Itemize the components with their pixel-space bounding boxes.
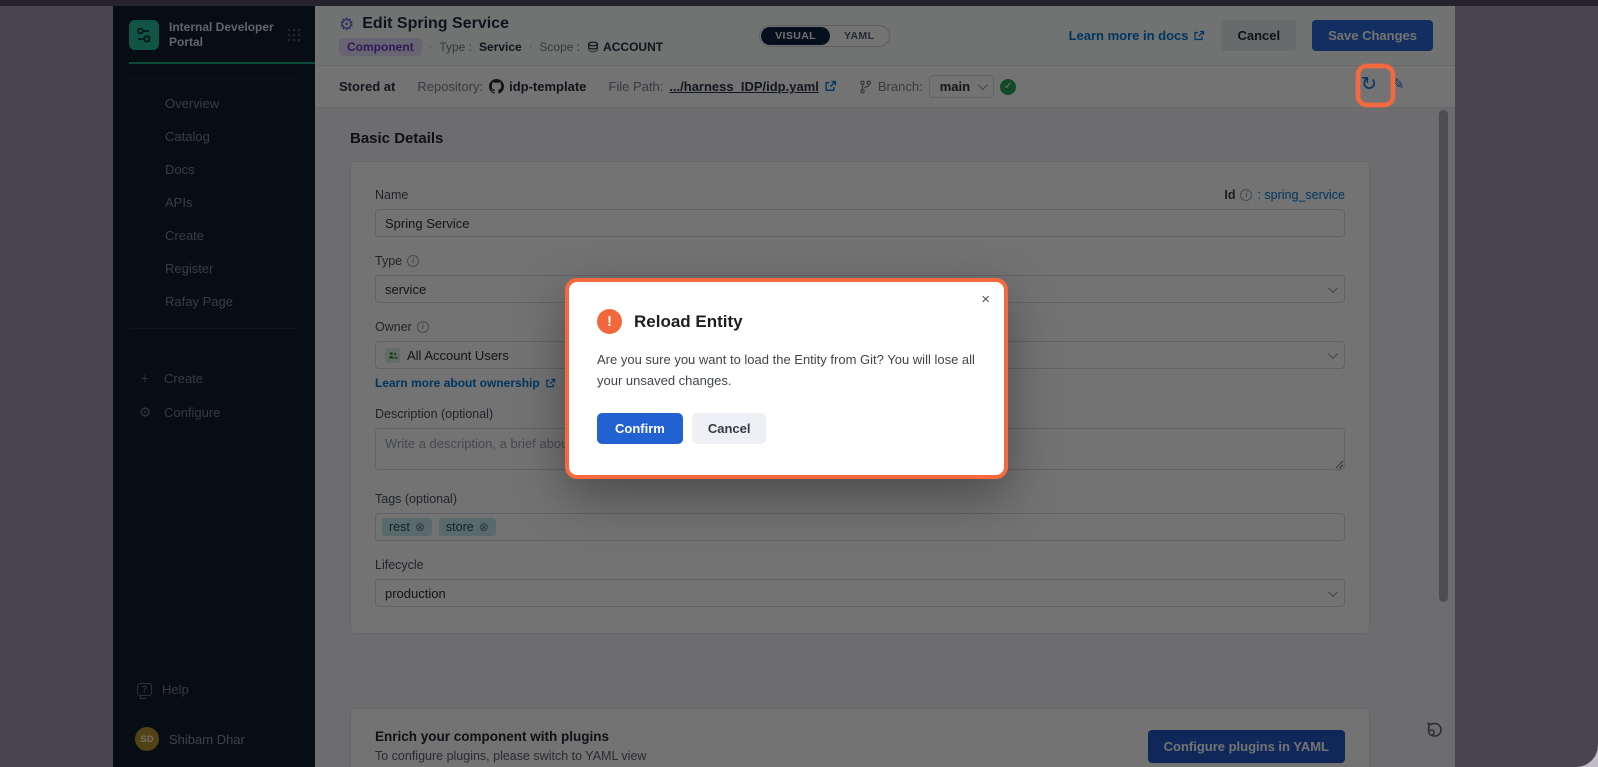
warning-icon: ! (597, 309, 622, 334)
reload-entity-dialog: × ! Reload Entity Are you sure you want … (565, 278, 1008, 479)
frame-rounded-corner (1568, 737, 1598, 767)
app-window: Internal Developer Portal Overview Catal… (113, 6, 1455, 767)
dialog-title: Reload Entity (634, 312, 743, 332)
frame-top-strip (0, 0, 1598, 6)
annotation-highlight-ring (1356, 64, 1395, 107)
close-icon[interactable]: × (981, 292, 990, 307)
confirm-button[interactable]: Confirm (597, 413, 683, 444)
dialog-message: Are you sure you want to load the Entity… (597, 349, 979, 392)
dialog-cancel-button[interactable]: Cancel (692, 413, 767, 444)
